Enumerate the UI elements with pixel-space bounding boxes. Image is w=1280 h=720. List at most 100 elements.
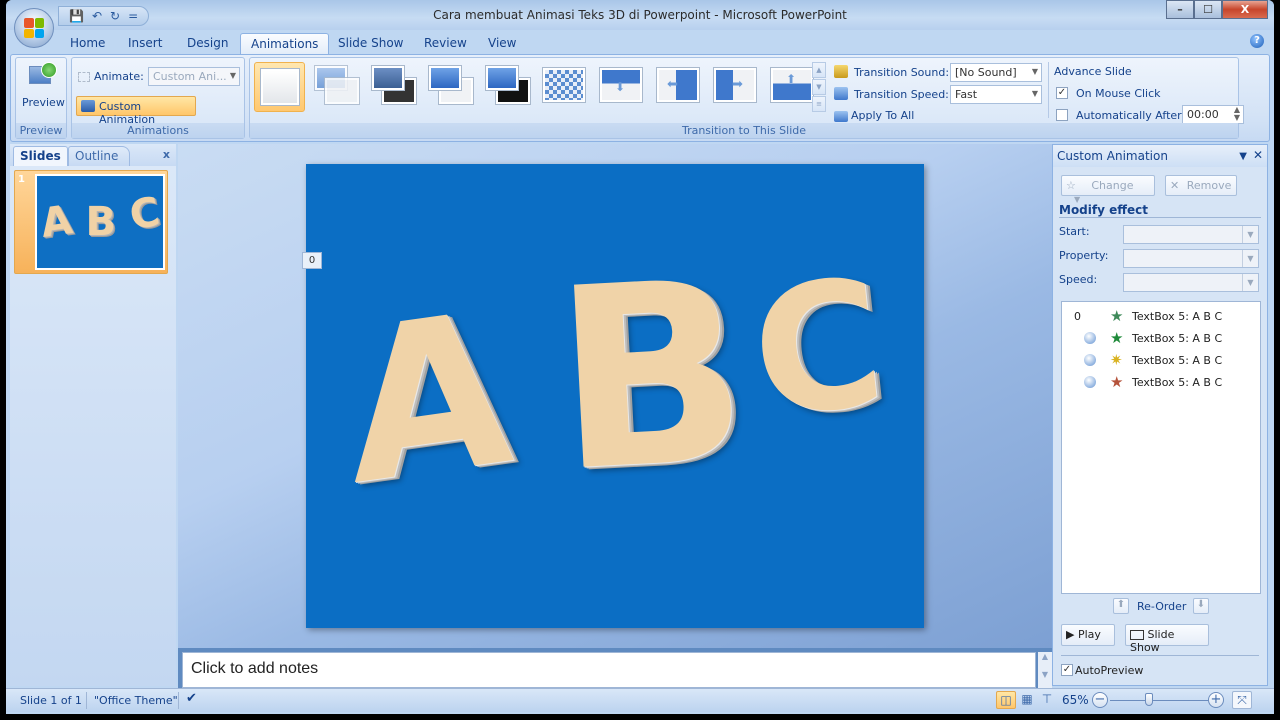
slide-letter-b[interactable]: B: [548, 226, 754, 527]
zoom-slider-thumb[interactable]: [1145, 693, 1154, 706]
animate-dropdown[interactable]: Custom Ani... ▼: [148, 67, 240, 86]
tab-review[interactable]: Review: [414, 33, 477, 54]
tab-outline[interactable]: Outline: [68, 146, 130, 166]
tab-home[interactable]: Home: [60, 33, 115, 54]
animate-icon: [78, 72, 90, 82]
animation-item[interactable]: ★ TextBox 5: A B C: [1062, 372, 1260, 394]
preview-button[interactable]: Preview: [22, 62, 65, 109]
thumb-letter-c: C: [126, 188, 164, 240]
slide-show-icon: [1130, 630, 1144, 640]
play-button[interactable]: ▶ Play: [1061, 624, 1115, 646]
close-button[interactable]: X: [1222, 0, 1268, 19]
tab-view[interactable]: View: [478, 33, 526, 54]
thumbnail-preview: A B C: [35, 174, 165, 270]
theme-name: "Office Theme": [94, 694, 178, 707]
auto-after-spinner[interactable]: 00:00 ▲ ▼: [1182, 105, 1244, 124]
undo-icon[interactable]: ↶: [92, 9, 102, 23]
tab-slides[interactable]: Slides: [13, 146, 68, 166]
change-button[interactable]: ☆ Change ▼: [1061, 175, 1155, 204]
window-title: Cara membuat Animasi Teks 3D di Powerpoi…: [433, 8, 847, 22]
auto-after-checkbox[interactable]: [1056, 109, 1068, 121]
reorder-label: Re-Order: [1137, 600, 1187, 613]
apply-to-all-button[interactable]: Apply To All: [834, 109, 914, 122]
transition-wipe-down[interactable]: ⬇: [596, 62, 647, 112]
remove-icon: ✕: [1170, 179, 1180, 192]
transition-gallery: ⬇ ⬅ ➡ ⬆: [254, 62, 818, 112]
chevron-down-icon: ▼: [229, 71, 236, 80]
slide-letter-a[interactable]: A: [340, 265, 518, 533]
customize-qat-icon[interactable]: =: [128, 9, 138, 23]
slide-letter-c[interactable]: C: [744, 242, 893, 457]
tab-animations[interactable]: Animations: [240, 33, 330, 54]
transition-cut-through-black[interactable]: [482, 62, 533, 112]
clock-icon: [1084, 332, 1096, 344]
office-button[interactable]: [14, 8, 54, 48]
divider: [178, 692, 179, 709]
tab-slide-show[interactable]: Slide Show: [328, 33, 413, 54]
animation-item[interactable]: 0 ★ TextBox 5: A B C: [1062, 306, 1260, 328]
normal-view-button[interactable]: ◫: [996, 691, 1016, 709]
autopreview-checkbox[interactable]: ✓: [1061, 664, 1073, 676]
transition-sound-dropdown[interactable]: [No Sound] ▼: [950, 63, 1042, 82]
transition-sound-label: Transition Sound:: [854, 66, 950, 79]
transition-no-transition[interactable]: [254, 62, 305, 112]
task-pane-close-icon[interactable]: ✕: [1253, 148, 1263, 162]
chevron-down-icon: ▼: [1242, 274, 1258, 291]
redo-icon[interactable]: ↻: [110, 9, 120, 23]
slide[interactable]: A B C: [306, 164, 924, 628]
transition-wipe-up[interactable]: ⬆: [767, 62, 818, 112]
tab-design[interactable]: Design: [177, 33, 238, 54]
property-dropdown[interactable]: ▼: [1123, 249, 1259, 268]
preview-label: Preview: [22, 96, 65, 109]
transition-speed-dropdown[interactable]: Fast ▼: [950, 85, 1042, 104]
notes-scrollbar[interactable]: ▲ ▼: [1038, 652, 1052, 688]
zoom-in-button[interactable]: +: [1208, 692, 1224, 708]
on-mouse-click-checkbox[interactable]: ✓: [1056, 87, 1068, 99]
gallery-scroll-up[interactable]: ▲: [812, 62, 826, 78]
move-down-button[interactable]: ⬇: [1193, 598, 1209, 614]
animate-label: Animate:: [78, 70, 144, 83]
zoom-level[interactable]: 65%: [1062, 693, 1089, 707]
chevron-down-icon: ▼: [1031, 67, 1038, 76]
transition-wipe-right[interactable]: ➡: [710, 62, 761, 112]
gallery-scroll-down[interactable]: ▼: [812, 79, 826, 95]
slide-number: 1: [18, 174, 25, 185]
custom-animation-button[interactable]: Custom Animation: [76, 96, 196, 126]
zoom-out-button[interactable]: −: [1092, 692, 1108, 708]
move-up-button[interactable]: ⬆: [1113, 598, 1129, 614]
transition-dissolve[interactable]: [539, 62, 590, 112]
preview-group-label: Preview: [16, 123, 66, 138]
spell-check-icon[interactable]: ✔: [186, 691, 197, 706]
emphasis-star-icon: ★: [1110, 329, 1124, 347]
transition-fade-through-black[interactable]: [368, 62, 419, 112]
save-icon[interactable]: 💾: [69, 9, 84, 23]
remove-button[interactable]: ✕ Remove: [1165, 175, 1237, 196]
slide-sorter-button[interactable]: ▦: [1017, 691, 1037, 709]
slide-show-view-button[interactable]: ⊤: [1037, 691, 1057, 709]
fit-to-window-button[interactable]: ⤧: [1232, 691, 1252, 709]
start-dropdown[interactable]: ▼: [1123, 225, 1259, 244]
minimize-button[interactable]: –: [1166, 0, 1194, 19]
spinner-icon[interactable]: ▲ ▼: [1234, 106, 1240, 122]
help-icon[interactable]: ?: [1250, 34, 1264, 48]
zoom-slider-track[interactable]: [1110, 700, 1208, 701]
task-pane-menu-icon[interactable]: ▼: [1239, 151, 1247, 162]
slide-thumbnail[interactable]: 1 A B C: [14, 170, 168, 274]
animation-item[interactable]: ★ TextBox 5: A B C: [1062, 328, 1260, 350]
transition-cut[interactable]: [425, 62, 476, 112]
arrow-right-icon: ➡: [732, 77, 743, 92]
speed-dropdown[interactable]: ▼: [1123, 273, 1259, 292]
animation-order: 0: [1074, 310, 1081, 323]
gallery-more[interactable]: ≡: [812, 96, 826, 112]
tab-insert[interactable]: Insert: [118, 33, 172, 54]
animation-item[interactable]: ✷ TextBox 5: A B C: [1062, 350, 1260, 372]
close-pane-icon[interactable]: x: [163, 148, 170, 161]
animation-order-tag[interactable]: 0: [302, 252, 322, 269]
maximize-button[interactable]: ☐: [1194, 0, 1222, 19]
notes-input[interactable]: Click to add notes: [182, 652, 1036, 688]
slide-show-button[interactable]: Slide Show: [1125, 624, 1209, 654]
ribbon-tabs: Home Insert Design Animations Slide Show…: [6, 30, 1274, 54]
transition-wipe-left[interactable]: ⬅: [653, 62, 704, 112]
play-icon: ▶: [1066, 628, 1075, 641]
transition-fade-smoothly[interactable]: [311, 62, 362, 112]
